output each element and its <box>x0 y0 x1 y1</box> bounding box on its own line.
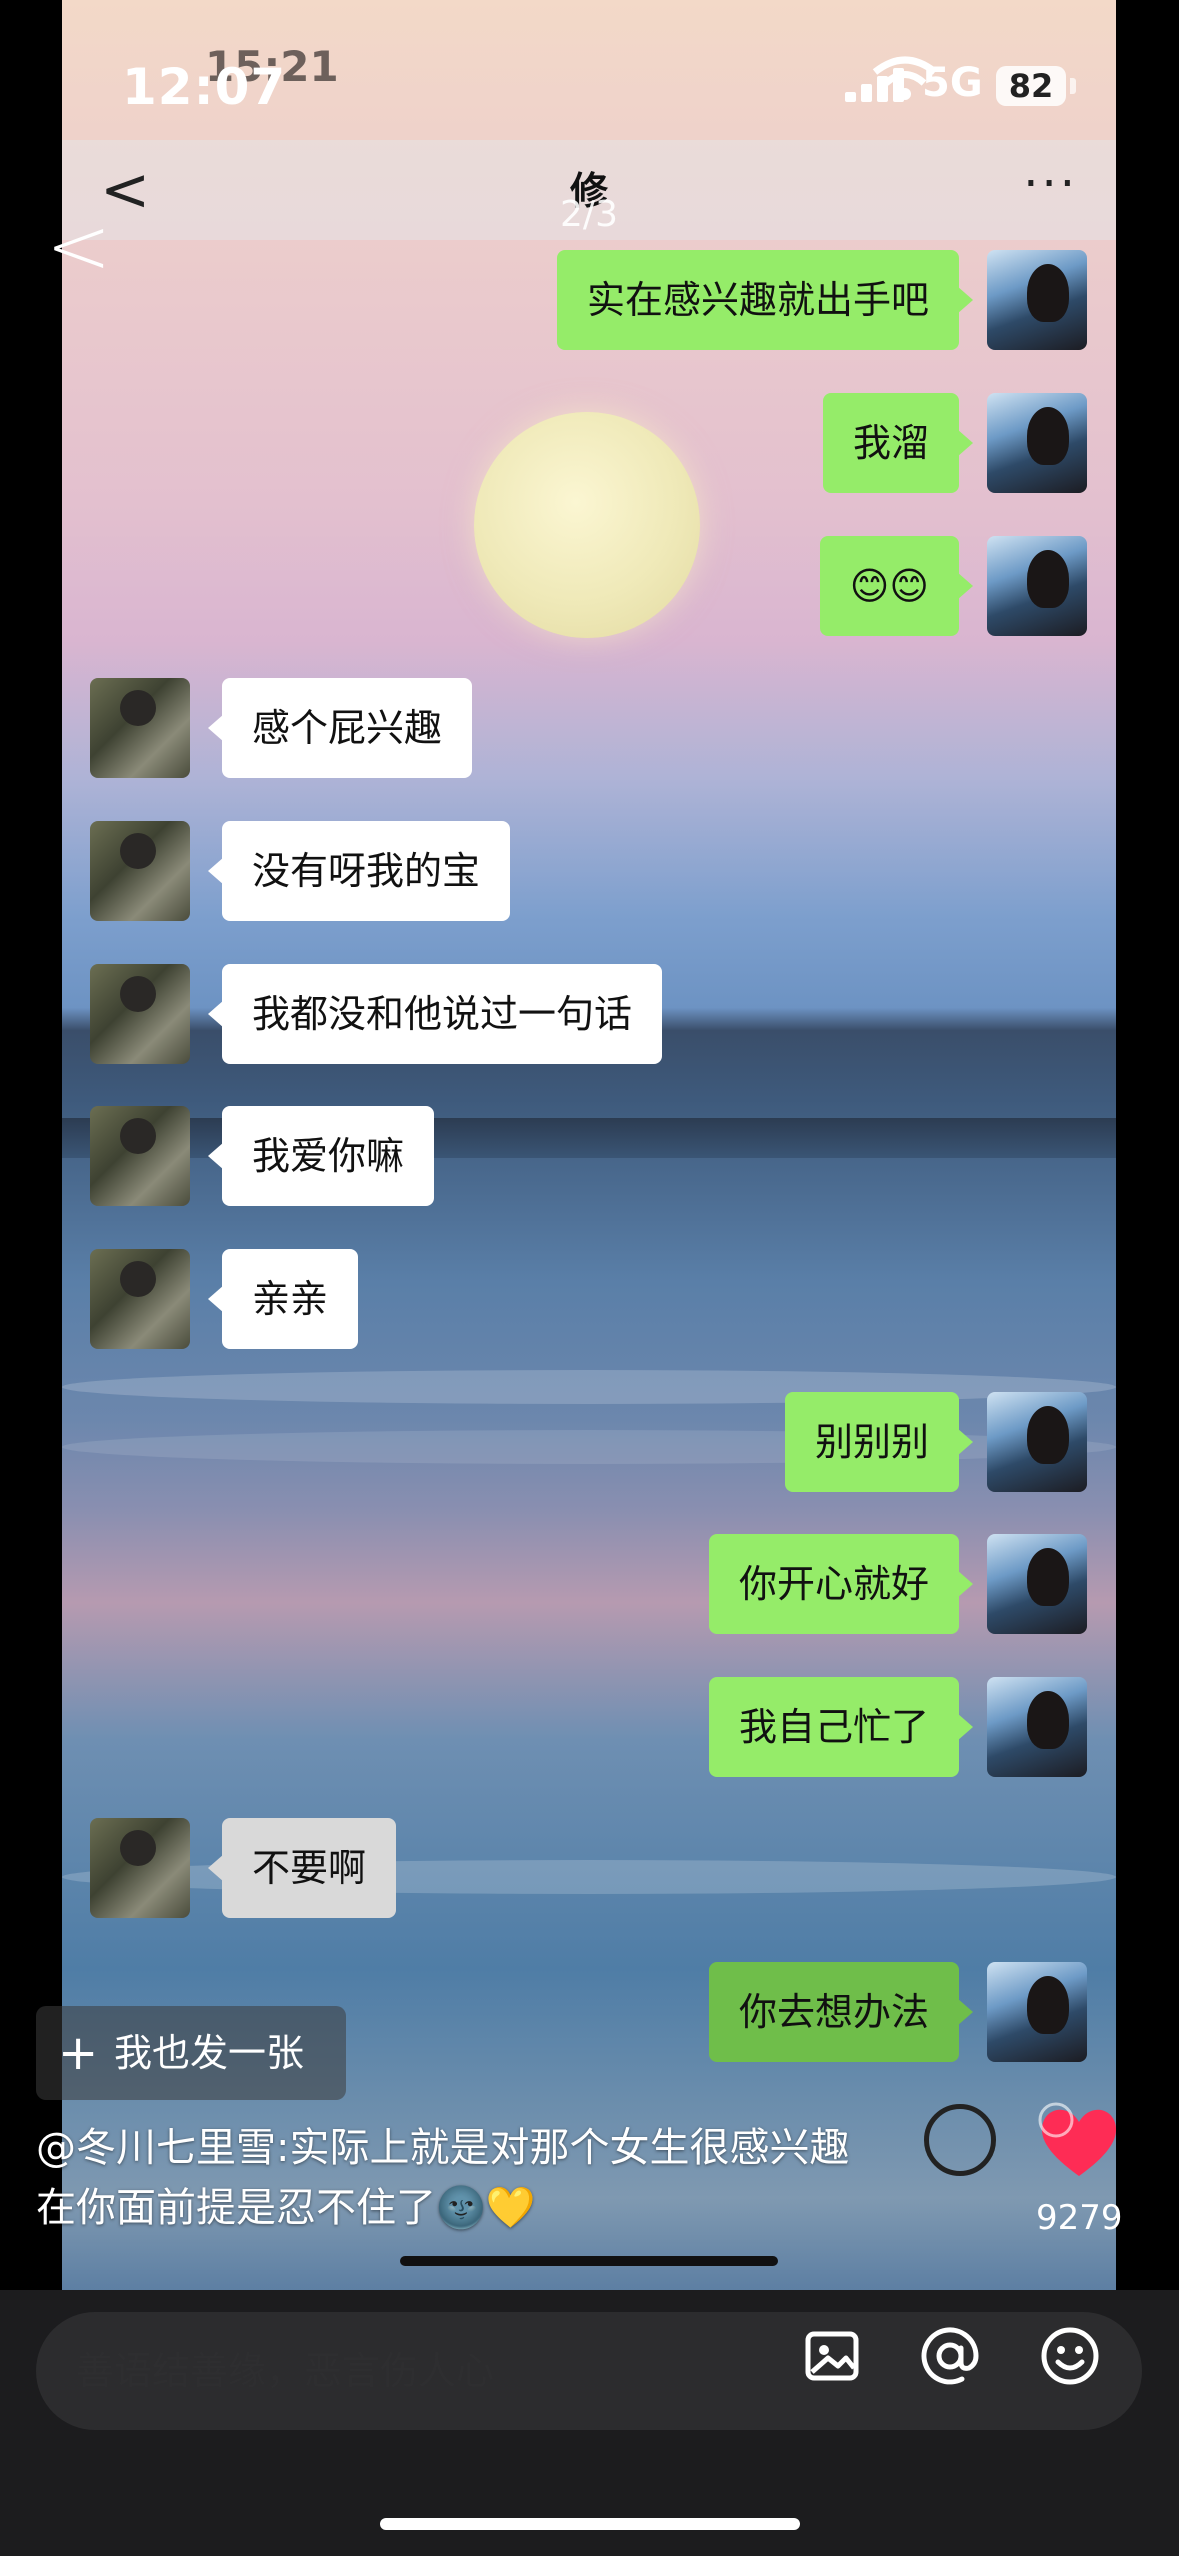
network-type: 5G <box>922 60 983 106</box>
avatar <box>987 1392 1087 1492</box>
avatar <box>90 964 190 1064</box>
message-bubble[interactable]: 😊😊 <box>819 536 974 636</box>
avatar <box>987 393 1087 493</box>
at-icon[interactable] <box>918 2324 982 2388</box>
message-bubble[interactable]: 你去想办法 <box>708 1962 974 2062</box>
image-icon[interactable] <box>800 2324 864 2388</box>
avatar <box>90 678 190 778</box>
home-indicator <box>380 2518 800 2530</box>
message-bubble[interactable]: 别别别 <box>784 1392 974 1492</box>
message-bubble[interactable]: 亲亲 <box>207 1249 359 1349</box>
message-bubble[interactable]: 我自己忙了 <box>708 1677 974 1777</box>
message-bubble[interactable]: 我都没和他说过一句话 <box>207 964 663 1064</box>
message-bubble[interactable]: 我爱你嘛 <box>207 1106 435 1206</box>
avatar <box>90 821 190 921</box>
avatar <box>987 250 1087 350</box>
message-row: 我溜 <box>0 393 1179 493</box>
avatar <box>987 1534 1087 1634</box>
status-bar: 15:21 12:07 5G 82 <box>0 0 1179 160</box>
avatar <box>90 1249 190 1349</box>
message-bubble[interactable]: 没有呀我的宝 <box>207 821 511 921</box>
comment-bar: 善语结善缘，恶言伤人心 <box>0 2290 1179 2556</box>
post-too-label: 我也发一张 <box>114 2031 305 2075</box>
message-bubble[interactable]: 我溜 <box>822 393 974 493</box>
post-too-button[interactable]: + 我也发一张 <box>36 2006 346 2100</box>
like-heart-icon[interactable] <box>1034 2096 1124 2186</box>
message-row: 亲亲 <box>90 1249 990 1349</box>
message-bubble[interactable]: 你开心就好 <box>708 1534 974 1634</box>
caption-line: 在你面前提是忍不住了🌚💛 <box>36 2185 536 2231</box>
caption-line: @冬川七里雪:实际上就是对那个女生很感兴趣 <box>36 2125 850 2171</box>
message-row: 别别别 <box>0 1392 1179 1492</box>
message-row: 你开心就好 <box>0 1534 1179 1634</box>
status-time: 12:07 <box>122 58 287 116</box>
post-caption[interactable]: @冬川七里雪:实际上就是对那个女生很感兴趣 在你面前提是忍不住了🌚💛 <box>36 2118 1036 2238</box>
emoji-icon[interactable] <box>1038 2324 1102 2388</box>
message-row: 没有呀我的宝 <box>90 821 990 921</box>
emoji-icon[interactable] <box>924 2104 996 2176</box>
message-row: 😊😊 <box>0 536 1179 636</box>
message-bubble[interactable]: 实在感兴趣就出手吧 <box>556 250 974 350</box>
message-row: 感个屁兴趣 <box>90 678 990 778</box>
plus-icon: + <box>58 2025 99 2081</box>
comment-placeholder: 善语结善缘，恶言伤人心 <box>76 2349 495 2393</box>
chat-more-icon: ··· <box>1023 156 1078 212</box>
message-row: 实在感兴趣就出手吧 <box>0 250 1179 350</box>
battery-cap <box>1070 78 1076 94</box>
avatar <box>987 1962 1087 2062</box>
battery-icon: 82 <box>996 66 1066 106</box>
message-row: 我爱你嘛 <box>90 1106 990 1206</box>
avatar <box>90 1818 190 1918</box>
avatar <box>987 536 1087 636</box>
message-bubble[interactable]: 感个屁兴趣 <box>207 678 473 778</box>
message-row: 我自己忙了 <box>0 1677 1179 1777</box>
message-bubble[interactable]: 不要啊 <box>207 1818 397 1918</box>
page-indicator: 2/3 <box>560 194 618 235</box>
message-row: 我都没和他说过一句话 <box>90 964 990 1064</box>
avatar <box>987 1677 1087 1777</box>
avatar <box>90 1106 190 1206</box>
message-row: 不要啊 <box>90 1818 990 1918</box>
home-indicator <box>400 2256 778 2266</box>
like-count: 9279 <box>1036 2198 1123 2238</box>
